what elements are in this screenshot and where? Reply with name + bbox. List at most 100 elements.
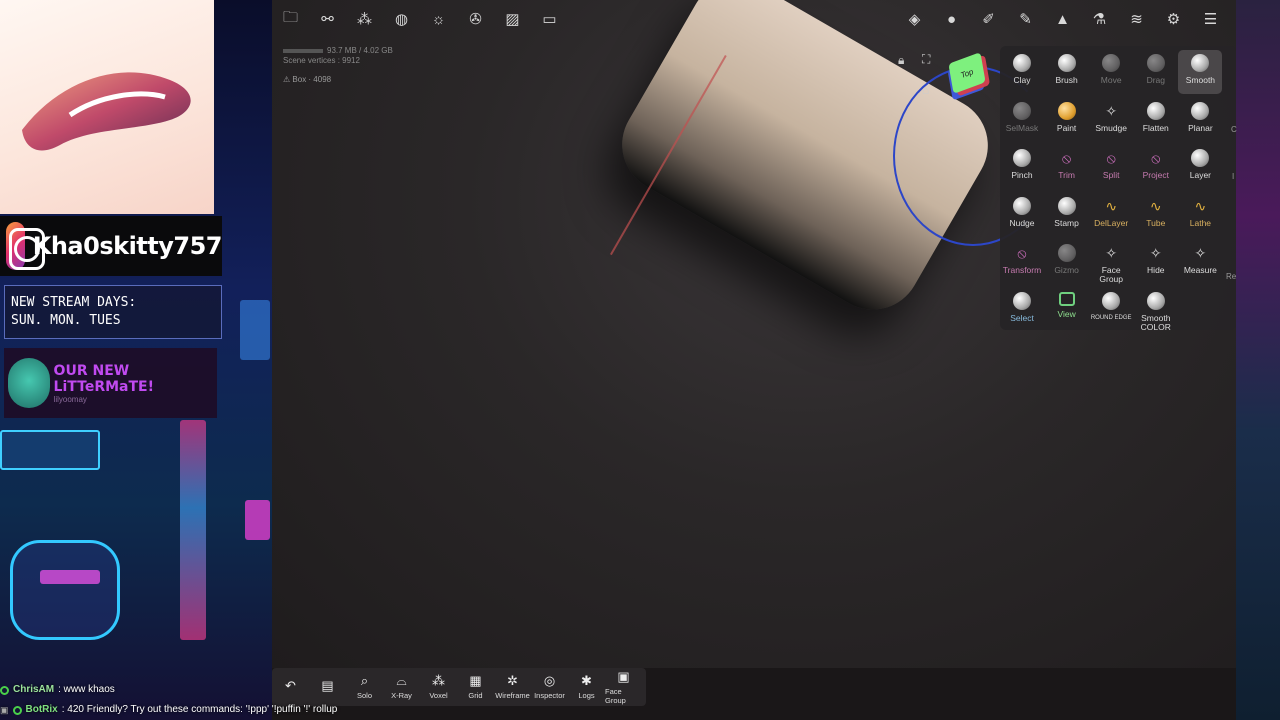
- top-right-toolbar: ◈ ● ✐ ✎ ▲ ⚗ ≋ ⚙ ☰: [896, 6, 1229, 32]
- tool-gizmo-icon: [1057, 244, 1076, 263]
- tool-view[interactable]: View: [1045, 288, 1089, 332]
- tool-tube-icon: ∿: [1149, 197, 1162, 214]
- neon-sign: [245, 500, 270, 540]
- topology-icon[interactable]: ▲: [1044, 6, 1081, 32]
- light-icon[interactable]: ☼: [420, 6, 457, 32]
- tool-paint-icon: [1057, 101, 1076, 120]
- tool-tube[interactable]: ∿ Tube: [1134, 193, 1178, 237]
- stream-chat: ChrisAM: www khaos ▣ BotRix: 420 Friendly…: [0, 680, 640, 720]
- tool-label: Planar: [1188, 122, 1213, 133]
- settings-icon[interactable]: ⚙: [1155, 6, 1192, 32]
- tool-layer-icon: [1191, 149, 1210, 168]
- instagram-icon: [6, 222, 45, 270]
- tool-paint[interactable]: Paint: [1045, 98, 1089, 142]
- tool-label: Flatten: [1142, 122, 1169, 133]
- scene-icon[interactable]: ⁂: [346, 6, 383, 32]
- tool-stamp[interactable]: Stamp: [1045, 193, 1089, 237]
- lock-icon[interactable]: 🔒︎: [898, 53, 904, 68]
- tool-pinch[interactable]: Pinch: [1000, 145, 1044, 189]
- matcap-icon[interactable]: ●: [933, 6, 970, 32]
- tool-selmask[interactable]: SelMask: [1000, 98, 1044, 142]
- tool-dellayer[interactable]: ∿ DelLayer: [1089, 193, 1133, 237]
- chat-message: ChrisAM: www khaos: [0, 680, 640, 700]
- littermate-subtitle: lilyoomay: [53, 394, 87, 404]
- paint-icon[interactable]: ✎: [1007, 6, 1044, 32]
- tool-flatten[interactable]: Flatten: [1134, 98, 1178, 142]
- tool-clay[interactable]: Clay: [1000, 50, 1044, 94]
- tool-view-icon: [1058, 292, 1075, 306]
- tool-brush[interactable]: Brush: [1045, 50, 1089, 94]
- chat-username: ChrisAM: [13, 684, 55, 695]
- tool-label: SelMask: [1005, 122, 1039, 133]
- tool-label: View: [1057, 309, 1076, 319]
- tool-split-icon: ⦸: [1106, 150, 1116, 167]
- tool-face-group[interactable]: ✧ Face Group: [1089, 240, 1133, 284]
- tools-panel: Clay Brush Move Drag Smooth SelMask Paint ✧ Smud…: [1000, 46, 1236, 332]
- instagram-banner: Kha0skitty757: [0, 216, 223, 276]
- tool-smooth-color-icon: [1146, 292, 1165, 310]
- tool-label: Clay: [1013, 75, 1031, 85]
- fullscreen-icon[interactable]: ⛶: [922, 52, 930, 67]
- tool-label: Pinch: [1011, 170, 1033, 181]
- tool-smooth-color[interactable]: Smooth COLOR: [1134, 288, 1178, 332]
- tool-round-edge[interactable]: ROUND EDGE: [1089, 288, 1133, 332]
- menu-icon[interactable]: ☰: [1192, 6, 1229, 32]
- tool-hide-icon: ✧: [1149, 245, 1162, 262]
- neon-sign: [180, 420, 206, 640]
- tool-project[interactable]: ⦸ Project: [1134, 145, 1178, 189]
- brush-settings-icon[interactable]: ✐: [970, 6, 1007, 32]
- tool-measure[interactable]: ✧ Measure: [1178, 240, 1222, 284]
- tool-move[interactable]: Move: [1089, 50, 1133, 94]
- folder-icon[interactable]: 🗀: [272, 6, 309, 32]
- tool-hide[interactable]: ✧ Hide: [1134, 240, 1178, 284]
- tool-round-edge-icon: [1102, 292, 1121, 310]
- tool-transform-icon: ⦸: [1017, 245, 1027, 262]
- tool-flatten-icon: [1146, 101, 1165, 120]
- neon-sign: [0, 430, 100, 470]
- channel-logo: [0, 0, 214, 214]
- tool-trim[interactable]: ⦸ Trim: [1045, 145, 1089, 189]
- interface-icon[interactable]: ◈: [896, 6, 933, 32]
- tool-face-group-icon: ✧: [1105, 245, 1118, 262]
- tool-label: Measure: [1183, 265, 1217, 276]
- tool-label: Transform: [1002, 265, 1042, 276]
- flask-icon[interactable]: ⚗: [1081, 6, 1118, 32]
- tool-lathe[interactable]: ∿ Lathe: [1178, 193, 1222, 237]
- panel-edge-label: Re: [1226, 272, 1237, 281]
- instagram-handle: Kha0skitty757: [32, 232, 223, 260]
- top-left-toolbar: 🗀 ⚯ ⁂ ◍ ☼ ✇ ▨ ▭: [272, 6, 568, 32]
- tool-select[interactable]: Select: [1000, 288, 1044, 332]
- mesh-info[interactable]: ⚠ Box · 4098: [283, 75, 331, 84]
- tool-layer[interactable]: Layer: [1178, 145, 1222, 189]
- panel-edge-label: C: [1231, 125, 1237, 134]
- post-process-icon[interactable]: ✇: [457, 6, 494, 32]
- tool-drag[interactable]: Drag: [1134, 50, 1178, 94]
- tool-transform[interactable]: ⦸ Transform: [1000, 240, 1044, 284]
- camera-icon[interactable]: ▭: [531, 6, 568, 32]
- material-icon[interactable]: ◍: [383, 6, 420, 32]
- tool-label: Lathe: [1189, 217, 1212, 228]
- tool-label: Smooth COLOR: [1140, 313, 1171, 332]
- neon-sign: [40, 570, 100, 584]
- background-image-icon[interactable]: ▨: [494, 6, 531, 32]
- layers-icon[interactable]: ≋: [1118, 6, 1155, 32]
- tool-clay-icon: [1013, 54, 1031, 72]
- tool-project-icon: ⦸: [1151, 150, 1161, 167]
- chat-text: : 420 Friendly? Try out these commands: …: [61, 704, 338, 715]
- tool-nudge-icon: [1013, 196, 1031, 215]
- littermate-panel: OUR NEW LiTTeRMaTE! lilyoomay: [4, 348, 217, 418]
- tool-nudge[interactable]: Nudge: [1000, 193, 1044, 237]
- memory-bar: [283, 48, 323, 53]
- stream-days-panel: NEW STREAM DAYS: SUN. MON. TUES: [4, 285, 222, 339]
- tool-label: ROUND EDGE: [1090, 315, 1132, 321]
- tool-planar[interactable]: Planar: [1178, 98, 1222, 142]
- tool-move-icon: [1102, 54, 1121, 72]
- home-icon[interactable]: ⌂: [922, 83, 929, 97]
- tool-smudge[interactable]: ✧ Smudge: [1089, 98, 1133, 142]
- share-icon[interactable]: ⚯: [309, 6, 346, 32]
- tool-gizmo[interactable]: Gizmo: [1045, 240, 1089, 284]
- scene-vertices: Scene vertices : 9912: [283, 56, 360, 65]
- tool-smooth[interactable]: Smooth: [1178, 50, 1223, 94]
- tool-label: Face Group: [1099, 265, 1123, 285]
- tool-split[interactable]: ⦸ Split: [1089, 145, 1133, 189]
